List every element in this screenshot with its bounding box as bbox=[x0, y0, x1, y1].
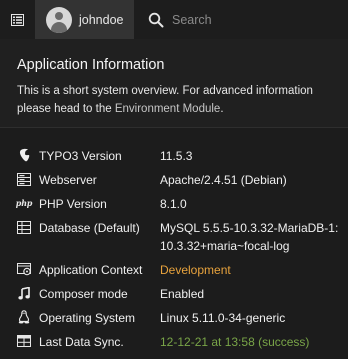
list-icon bbox=[11, 13, 24, 26]
music-note-icon bbox=[17, 286, 31, 300]
typo3-icon bbox=[17, 148, 31, 162]
info-label: Database (Default) bbox=[39, 221, 140, 235]
linux-icon bbox=[17, 310, 31, 324]
info-row-operating-system: Operating System Linux 5.11.0-34-generic bbox=[0, 307, 348, 331]
info-label: PHP Version bbox=[39, 197, 107, 211]
info-value: MySQL 5.5.5-10.3.32-MariaDB-1:10.3.32+ma… bbox=[160, 221, 339, 253]
info-value: Enabled bbox=[160, 287, 205, 301]
info-value: 12-12-21 at 13:58 (success) bbox=[160, 335, 310, 349]
info-label: Webserver bbox=[39, 173, 97, 187]
info-row-application-context: Application Context Development bbox=[0, 259, 348, 283]
search-input[interactable] bbox=[172, 8, 322, 31]
info-label: Application Context bbox=[39, 263, 143, 277]
info-row-database: Database (Default) MySQL 5.5.5-10.3.32-M… bbox=[0, 217, 348, 259]
info-label: Operating System bbox=[39, 311, 136, 325]
environment-module-link[interactable]: Environment Module bbox=[115, 103, 220, 115]
username-label: johndoe bbox=[79, 12, 124, 27]
info-label: Last Data Sync. bbox=[39, 335, 124, 349]
info-value: Linux 5.11.0-34-generic bbox=[160, 311, 286, 325]
system-info-list: TYPO3 Version 11.5.3 Webserver Apache/2.… bbox=[0, 145, 348, 355]
php-icon: php bbox=[15, 198, 33, 208]
user-menu-button[interactable]: johndoe bbox=[35, 0, 134, 39]
top-toolbar: johndoe bbox=[0, 0, 348, 39]
info-value: Development bbox=[160, 263, 231, 277]
menu-toggle-button[interactable] bbox=[0, 0, 35, 39]
search-icon[interactable] bbox=[148, 12, 164, 28]
avatar bbox=[46, 6, 72, 33]
server-icon bbox=[17, 172, 31, 186]
info-row-composer-mode: Composer mode Enabled bbox=[0, 283, 348, 307]
panel-description: This is a short system overview. For adv… bbox=[17, 85, 313, 115]
panel-title: Application Information bbox=[17, 57, 165, 73]
search-bar bbox=[134, 0, 348, 39]
info-value: 8.1.0 bbox=[160, 197, 187, 211]
database-icon bbox=[17, 220, 31, 234]
info-row-typo3-version: TYPO3 Version 11.5.3 bbox=[0, 145, 348, 169]
info-label: TYPO3 Version bbox=[39, 149, 122, 163]
info-row-php-version: php PHP Version 8.1.0 bbox=[0, 193, 348, 217]
info-value: Apache/2.4.51 (Debian) bbox=[160, 173, 287, 187]
info-value: 11.5.3 bbox=[160, 149, 193, 163]
info-row-webserver: Webserver Apache/2.4.51 (Debian) bbox=[0, 169, 348, 193]
system-info-header: Application Information This is a short … bbox=[0, 39, 348, 128]
info-label: Composer mode bbox=[39, 287, 128, 301]
table-icon bbox=[17, 334, 31, 348]
context-icon bbox=[17, 262, 31, 276]
info-row-last-data-sync: Last Data Sync. 12-12-21 at 13:58 (succe… bbox=[0, 331, 348, 355]
